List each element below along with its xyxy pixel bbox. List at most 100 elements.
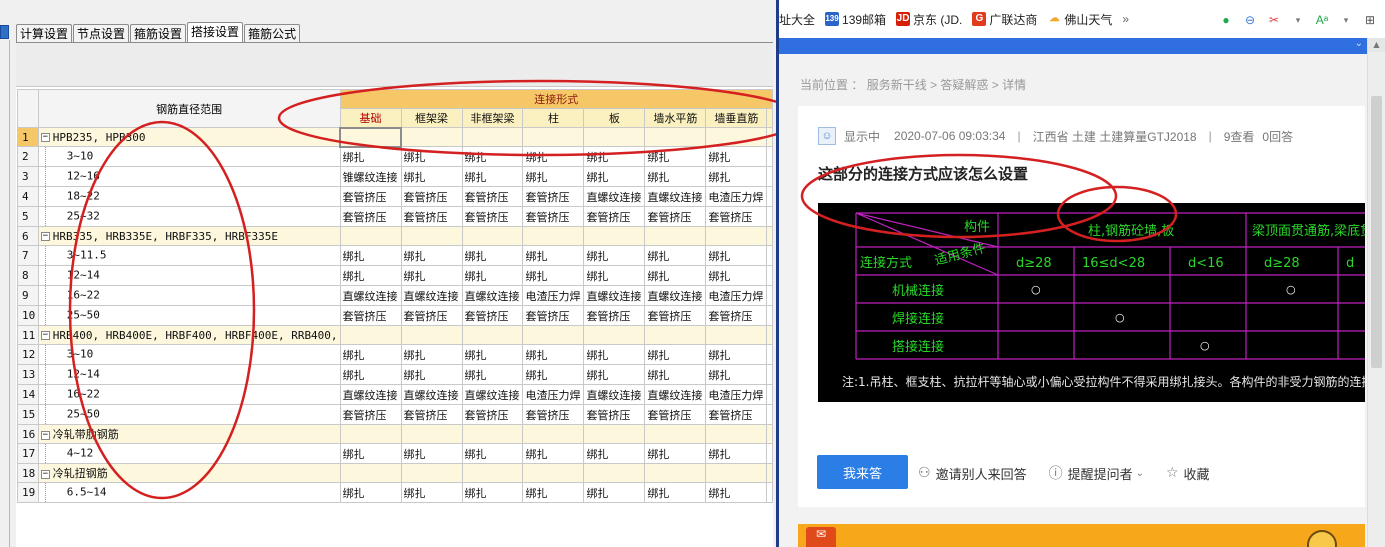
connection-cell[interactable] [583,424,646,444]
connection-cell[interactable]: 绑扎 [339,265,402,286]
connection-cell[interactable]: 套管挤压 [339,206,402,227]
connection-cell[interactable]: 套管挤压 [461,305,524,326]
connection-cell[interactable]: 套管挤压 [644,404,707,425]
connection-cell[interactable]: 绑扎 [339,344,402,365]
connection-cell[interactable]: 套管挤压 [583,305,646,326]
connection-cell[interactable] [400,424,463,444]
connection-cell[interactable]: 绑扎 [461,146,524,167]
connection-cell[interactable]: 直螺纹连接 [583,384,646,405]
favorite-link[interactable]: ☆ 收藏 [1166,464,1210,483]
connection-cell[interactable]: 套管挤压 [522,206,585,227]
connection-cell[interactable]: 套管挤压 [705,305,768,326]
connection-cell[interactable] [461,127,524,147]
table-row[interactable]: 15 25~50 套管挤压 套管挤压 套管挤压 套管挤压 套管挤压 套管挤压 套管挤压 [17,404,773,425]
invite-answer-link[interactable]: ⚇ 邀请别人来回答 [918,464,1027,483]
connection-cell[interactable]: 绑扎 [400,482,463,503]
connection-cell[interactable]: 套管挤压 [400,206,463,227]
connection-cell[interactable]: 绑扎 [461,443,524,464]
connection-cell[interactable]: 绑扎 [522,265,585,286]
connection-cell[interactable]: 套管挤压 [583,404,646,425]
connection-cell[interactable]: 套管挤压 [400,186,463,207]
connection-cell[interactable]: 套管挤压 [583,206,646,227]
connection-cell[interactable]: 套管挤压 [522,404,585,425]
table-row[interactable]: 13 12~14 绑扎 绑扎 绑扎 绑扎 绑扎 绑扎 绑扎 [17,364,773,385]
connection-cell[interactable] [339,424,402,444]
connection-cell[interactable]: 套管挤压 [339,305,402,326]
tab-stirrup-formula[interactable]: 箍筋公式 [244,24,301,43]
connection-cell[interactable]: 绑扎 [644,265,707,286]
connection-cell[interactable]: 绑扎 [644,146,707,167]
connection-cell[interactable]: 套管挤压 [644,206,707,227]
connection-cell[interactable] [522,226,585,246]
apps-grid-icon[interactable]: ⊞ [1361,11,1379,29]
connection-cell[interactable]: 绑扎 [583,364,646,385]
connection-cell[interactable]: 绑扎 [644,344,707,365]
connection-cell[interactable] [705,463,768,483]
connection-cell[interactable]: 绑扎 [339,146,402,167]
table-row[interactable]: 10 25~50 套管挤压 套管挤压 套管挤压 套管挤压 套管挤压 套管挤压 套管挤压 [17,305,773,326]
collapse-toggle-icon[interactable]: − [40,430,50,440]
table-row[interactable]: 17 4~12 绑扎 绑扎 绑扎 绑扎 绑扎 绑扎 绑扎 [17,443,773,464]
connection-cell[interactable]: 绑扎 [522,344,585,365]
connection-cell[interactable]: 直螺纹连接 [583,186,646,207]
connection-cell[interactable]: 绑扎 [705,265,768,286]
connection-cell[interactable]: 套管挤压 [522,305,585,326]
connection-cell[interactable]: 绑扎 [583,344,646,365]
collapse-toggle-icon[interactable]: − [40,232,50,241]
chevron-down-icon[interactable]: ▾ [1337,11,1355,29]
connection-cell[interactable]: 绑扎 [400,364,463,385]
connection-cell[interactable] [339,226,402,246]
table-row[interactable]: 4 18~22 套管挤压 套管挤压 套管挤压 套管挤压 直螺纹连接 直螺纹连接 电渣压力焊 [17,186,773,207]
connection-cell[interactable]: 绑扎 [461,245,524,266]
connection-cell[interactable] [705,127,768,147]
collapse-toggle-icon[interactable]: − [40,133,50,142]
connection-cell[interactable]: 套管挤压 [461,186,524,207]
table-row[interactable]: 12 3~10 绑扎 绑扎 绑扎 绑扎 绑扎 绑扎 绑扎 [17,344,773,365]
breadcrumb-item-qa[interactable]: 答疑解惑 [940,78,988,92]
connection-cell[interactable] [400,226,463,246]
connection-cell[interactable]: 套管挤压 [644,305,707,326]
connection-cell[interactable]: 绑扎 [400,146,463,167]
bookmark-glodon[interactable]: G 广联达商 [972,11,1037,28]
scissors-icon[interactable]: ✂ [1265,11,1283,29]
connection-cell[interactable]: 直螺纹连接 [400,384,463,405]
bookmark-139-mail[interactable]: 139 139邮箱 [825,11,886,28]
connection-cell[interactable]: 套管挤压 [339,186,402,207]
connection-cell[interactable] [583,127,646,147]
translate-icon[interactable]: Aᵃ [1313,11,1331,29]
connection-cell[interactable]: 绑扎 [400,245,463,266]
connection-cell[interactable] [644,226,707,246]
connection-cell[interactable]: 套管挤压 [461,404,524,425]
connection-cell[interactable]: 绑扎 [400,265,463,286]
bookmark-jd[interactable]: JD 京东 (JD. [896,11,962,28]
green-extension-icon[interactable]: ● [1217,11,1235,29]
connection-cell[interactable]: 绑扎 [705,364,768,385]
table-row[interactable]: 3 12~16 锥螺纹连接 绑扎 绑扎 绑扎 绑扎 绑扎 绑扎 [17,166,773,187]
connection-cell[interactable]: 绑扎 [522,166,585,187]
connection-cell[interactable]: 电渣压力焊 [705,384,768,405]
connection-cell[interactable]: 直螺纹连接 [583,285,646,306]
connection-cell[interactable]: 绑扎 [705,443,768,464]
panel-toggle-button[interactable] [0,25,9,39]
connection-cell[interactable] [583,226,646,246]
table-row[interactable]: 11− HRB400, HRB400E, HRBF400, HRBF400E, R… [17,325,773,345]
connection-cell[interactable]: 套管挤压 [400,404,463,425]
connection-cell[interactable]: 绑扎 [522,146,585,167]
page-scrollbar[interactable]: ▲ [1367,38,1385,547]
connection-cell[interactable]: 绑扎 [339,443,402,464]
connection-cell[interactable]: 电渣压力焊 [522,285,585,306]
connection-cell[interactable] [644,463,707,483]
connection-cell[interactable] [461,325,524,345]
connection-cell[interactable]: 绑扎 [583,146,646,167]
connection-cell[interactable] [644,424,707,444]
tab-calculation-settings[interactable]: 计算设置 [16,24,73,43]
connection-cell[interactable]: 绑扎 [400,344,463,365]
connection-cell[interactable]: 绑扎 [339,245,402,266]
connection-cell[interactable]: 绑扎 [705,245,768,266]
connection-cell[interactable]: 绑扎 [583,166,646,187]
connection-cell[interactable] [583,463,646,483]
connection-cell[interactable] [400,325,463,345]
table-row[interactable]: 6− HRB335, HRB335E, HRBF335, HRBF335E [17,226,773,246]
connection-cell[interactable]: 直螺纹连接 [461,285,524,306]
chevron-down-icon[interactable]: ▾ [1289,11,1307,29]
